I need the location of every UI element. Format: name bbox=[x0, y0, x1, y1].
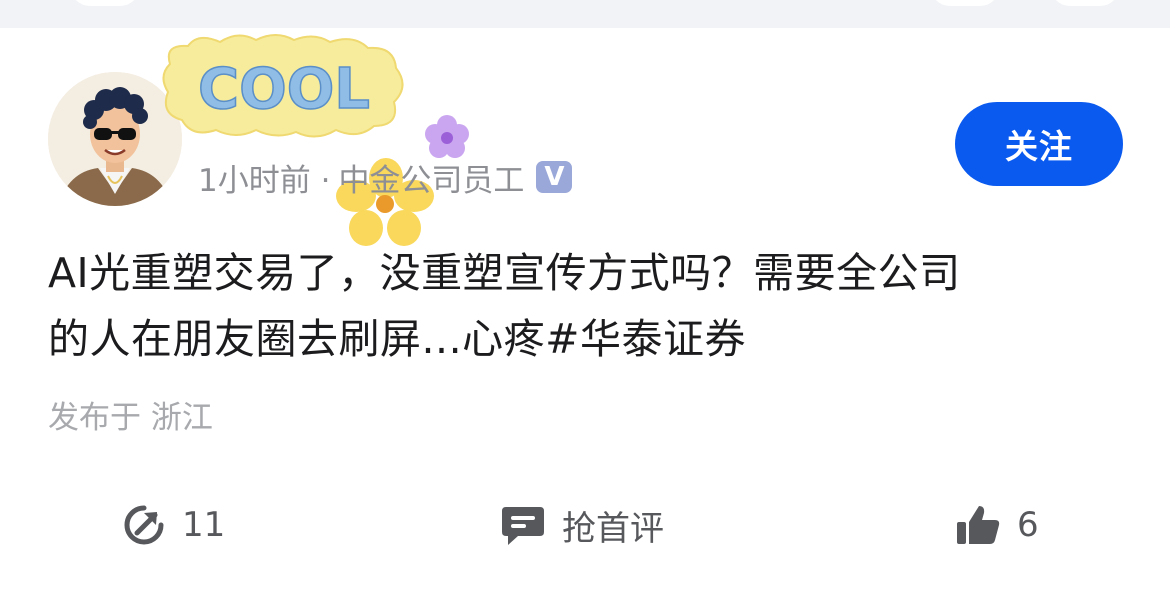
purple-flower-sticker bbox=[424, 114, 470, 160]
comment-label: 抢首评 bbox=[562, 508, 664, 549]
cool-sticker: COOL bbox=[158, 30, 410, 142]
top-strip bbox=[0, 0, 1170, 28]
action-bar: 11 抢首评 6 bbox=[0, 490, 1170, 560]
like-count: 6 bbox=[1017, 505, 1039, 545]
author-company[interactable]: 中金公司员工 bbox=[338, 155, 524, 200]
top-strip-bump bbox=[1050, 0, 1120, 6]
comment-button[interactable]: 抢首评 bbox=[500, 490, 664, 560]
repost-arrow-icon bbox=[124, 505, 164, 545]
cool-sticker-text: COOL bbox=[198, 57, 370, 122]
post-text-line: AI光重塑交易了，没重塑宣传方式吗？需要全公司 bbox=[48, 249, 961, 297]
thumbs-up-icon bbox=[957, 506, 1000, 544]
top-strip-bump bbox=[70, 0, 140, 6]
top-strip-bump bbox=[930, 0, 1000, 6]
post-meta: 1小时前 · 中金公司员工 V bbox=[198, 155, 573, 200]
post-location: 发布于 浙江 bbox=[48, 400, 213, 436]
post-time: 1小时前 · bbox=[198, 162, 331, 199]
comment-bubble-icon bbox=[502, 507, 544, 545]
cool-sticker-image: COOL bbox=[162, 34, 404, 138]
repost-button[interactable]: 11 bbox=[122, 490, 225, 560]
verified-badge-icon: V bbox=[536, 161, 573, 193]
post-text-line: 的人在朋友圈去刷屏...心疼#华泰证券 bbox=[48, 315, 746, 363]
post-content[interactable]: AI光重塑交易了，没重塑宣传方式吗？需要全公司 的人在朋友圈去刷屏...心疼#华… bbox=[48, 240, 1128, 372]
follow-button[interactable]: 关注 bbox=[955, 102, 1123, 186]
like-button[interactable]: 6 bbox=[955, 490, 1039, 560]
repost-count: 11 bbox=[182, 505, 226, 545]
